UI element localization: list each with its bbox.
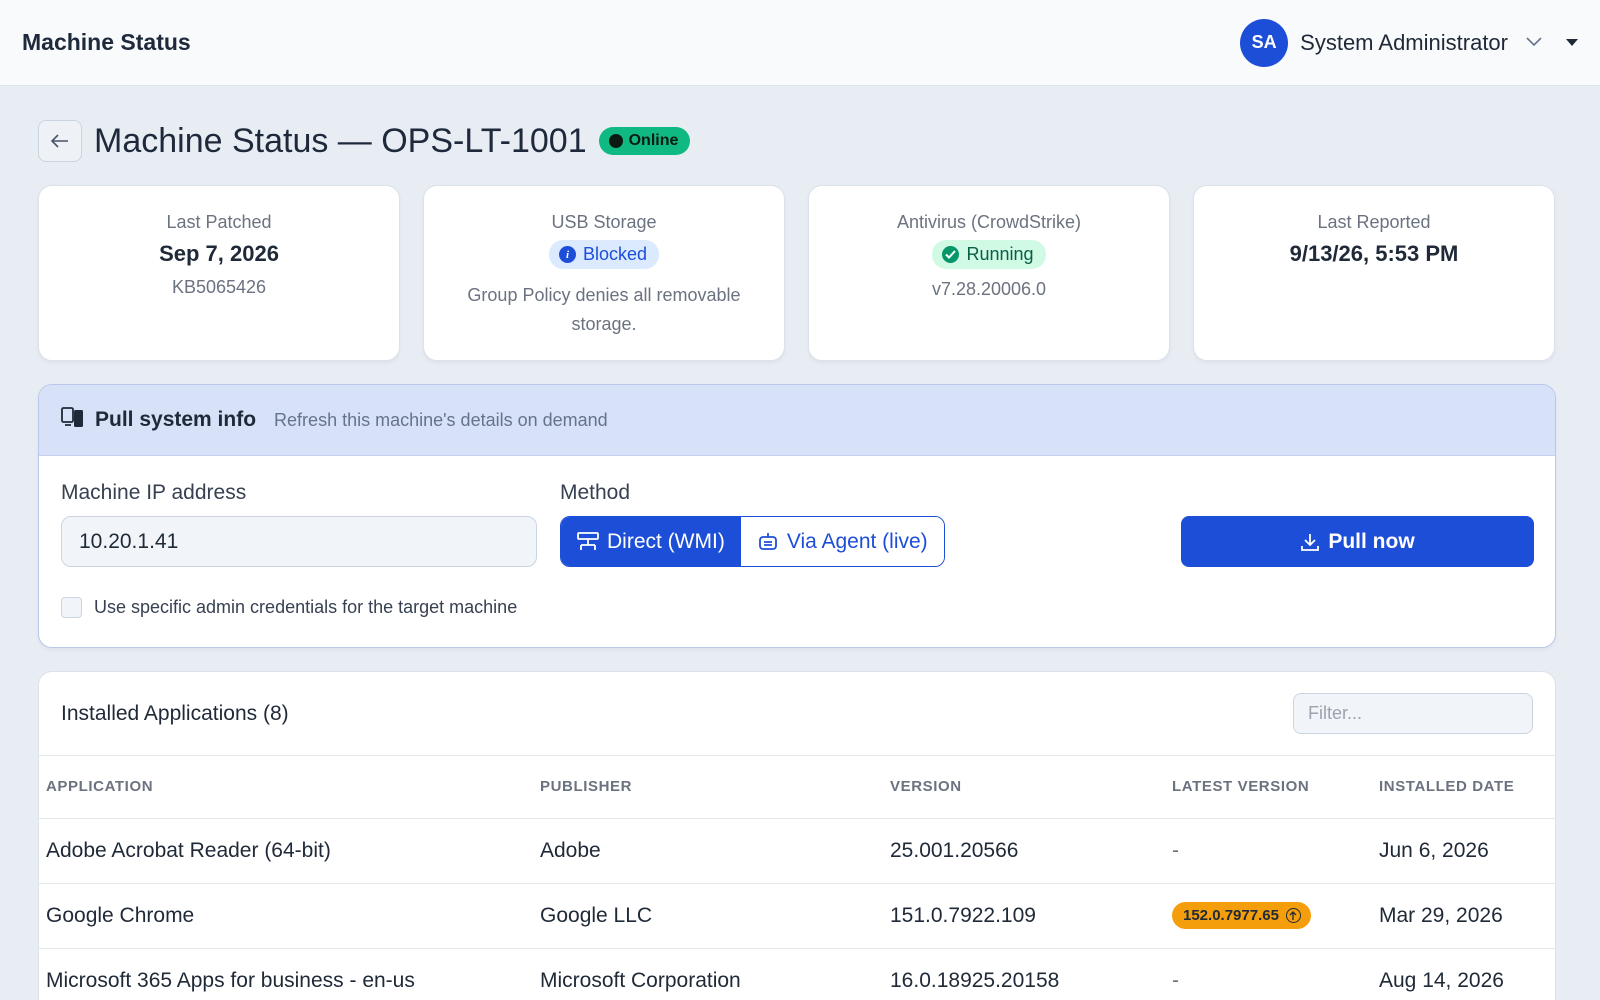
table-row[interactable]: Microsoft 365 Apps for business - en-us … [39,948,1555,1000]
cell-version: 151.0.7922.109 [883,883,1165,949]
cell-publisher: Microsoft Corporation [533,948,883,1000]
pull-now-label: Pull now [1328,529,1415,553]
table-row[interactable]: Google Chrome Google LLC 151.0.7922.109 … [39,883,1555,949]
cell-version: 16.0.18925.20158 [883,948,1165,1000]
user-name[interactable]: System Administrator [1300,30,1508,56]
card-description: Group Policy denies all removable storag… [467,285,741,334]
pull-panel-title: Pull system info [95,408,257,431]
method-agent-button[interactable]: Via Agent (live) [740,517,944,566]
admin-credentials-label[interactable]: Use specific admin credentials for the t… [94,597,517,618]
card-sub: v7.28.20006.0 [931,279,1047,299]
card-last-reported: Last Reported 9/13/26, 5:53 PM [1193,185,1555,361]
device-icon [61,406,85,434]
user-menu[interactable]: SA System Administrator [1240,18,1578,67]
robot-icon [758,532,777,550]
ip-address-input[interactable] [61,516,537,567]
server-icon [577,531,599,550]
cell-version: 25.001.20566 [883,818,1165,884]
column-header-latest-version[interactable]: LATEST VERSION [1165,756,1372,819]
info-icon: i [558,246,576,263]
back-button[interactable] [38,120,82,162]
card-label: Last Patched [166,212,272,232]
method-toggle[interactable]: Direct (WMI) Via Agent (live) [560,516,945,567]
cell-application: Adobe Acrobat Reader (64-bit) [39,818,533,884]
status-badge: Online [598,127,691,155]
admin-credentials-checkbox[interactable] [61,597,82,618]
chevron-down-icon[interactable] [1526,34,1542,52]
page-header: Machine Status — OPS-LT-1001 Online [38,120,691,162]
latest-version-text: 152.0.7977.65 [1183,907,1279,924]
cell-latest-version: - [1165,818,1372,884]
cell-application: Google Chrome [39,883,533,949]
method-label: Method [560,481,631,504]
column-header-version[interactable]: VERSION [883,756,1165,819]
status-text: Online [628,132,679,149]
cell-publisher: Google LLC [533,883,883,949]
pull-now-button[interactable]: Pull now [1181,516,1534,567]
column-header-installed-date[interactable]: INSTALLED DATE [1372,756,1555,819]
installed-applications-panel: Installed Applications (8) APPLICATION P… [38,671,1556,1000]
card-value: 9/13/26, 5:53 PM [1289,241,1459,266]
usb-status-text: Blocked [582,244,648,264]
status-dot-icon [608,134,623,148]
check-circle-icon [942,246,960,263]
update-available-badge[interactable]: 152.0.7977.65 [1172,902,1311,929]
cell-publisher: Adobe [533,818,883,884]
cell-installed-date: Aug 14, 2026 [1372,948,1555,1000]
cell-application: Microsoft 365 Apps for business - en-us [39,948,533,1000]
pull-panel-header: Pull system info Refresh this machine's … [39,385,1555,456]
cell-latest-version: - [1165,948,1372,1000]
apps-panel-header: Installed Applications (8) [39,672,1555,756]
usb-status-badge: i Blocked [548,240,660,269]
table-header-row: APPLICATION PUBLISHER VERSION LATEST VER… [39,756,1555,819]
top-bar: Machine Status SA System Administrator [0,0,1600,86]
pull-panel-subtitle: Refresh this machine's details on demand [274,409,608,430]
filter-input[interactable] [1293,693,1533,734]
download-icon [1301,533,1320,551]
arrow-up-circle-icon [1285,908,1301,923]
column-header-publisher[interactable]: PUBLISHER [533,756,883,819]
card-last-patched: Last Patched Sep 7, 2026 KB5065426 [38,185,400,361]
table-row[interactable]: Adobe Acrobat Reader (64-bit) Adobe 25.0… [39,818,1555,884]
card-antivirus: Antivirus (CrowdStrike) Running v7.28.20… [808,185,1170,361]
pull-system-info-panel: Pull system info Refresh this machine's … [38,384,1556,648]
method-direct-label: Direct (WMI) [607,529,725,553]
antivirus-status-badge: Running [932,240,1046,269]
method-direct-button[interactable]: Direct (WMI) [561,517,741,566]
avatar[interactable]: SA [1240,18,1289,67]
card-label: USB Storage [551,212,657,232]
card-label: Last Reported [1317,212,1431,232]
method-agent-label: Via Agent (live) [786,529,928,553]
apps-title: Installed Applications (8) [61,701,289,725]
arrow-left-icon [51,134,68,148]
antivirus-status-text: Running [966,244,1034,264]
column-header-application[interactable]: APPLICATION [39,756,533,819]
applications-table: APPLICATION PUBLISHER VERSION LATEST VER… [39,756,1555,1000]
caret-down-icon[interactable] [1566,35,1578,50]
cell-installed-date: Mar 29, 2026 [1372,883,1555,949]
card-value: Sep 7, 2026 [159,241,279,266]
card-usb-storage: USB Storage i Blocked Group Policy denie… [423,185,785,361]
cell-installed-date: Jun 6, 2026 [1372,818,1555,884]
ip-address-label: Machine IP address [61,481,247,504]
card-sub: KB5065426 [171,277,267,297]
card-label: Antivirus (CrowdStrike) [896,212,1082,232]
cell-latest-version: 152.0.7977.65 [1165,883,1372,949]
page-title: Machine Status — OPS-LT-1001 [94,121,587,160]
app-title: Machine Status [22,29,191,55]
